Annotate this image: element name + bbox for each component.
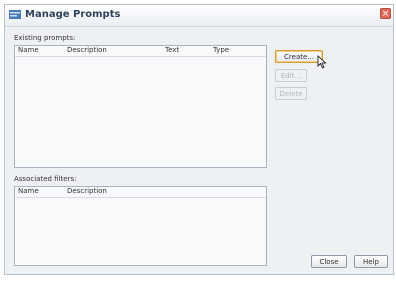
close-button[interactable]: Close [311,255,347,268]
table-header-divider [15,197,266,198]
column-header-text[interactable]: Text [165,46,179,54]
title-bar[interactable]: Manage Prompts × [5,5,393,27]
edit-button[interactable]: Edit... [275,69,307,82]
manage-prompts-dialog: Manage Prompts × Existing prompts: Name … [4,4,394,275]
column-header-type[interactable]: Type [213,46,229,54]
column-header-description[interactable]: Description [67,46,107,54]
table-header-divider [15,56,266,57]
mouse-pointer-icon [317,55,327,69]
delete-button[interactable]: Delete [275,87,307,100]
close-window-button[interactable]: × [380,8,391,19]
dialog-title: Manage Prompts [25,9,121,20]
column-header-name[interactable]: Name [18,187,39,195]
close-icon: × [381,9,390,19]
column-header-description[interactable]: Description [67,187,107,195]
manage-prompts-app-icon [9,10,21,19]
create-button[interactable]: Create... [275,50,323,63]
column-header-name[interactable]: Name [18,46,39,54]
existing-prompts-table[interactable]: Name Description Text Type [14,45,267,168]
associated-filters-table[interactable]: Name Description [14,186,267,266]
help-button[interactable]: Help [354,255,388,268]
associated-filters-label: Associated filters: [14,175,77,183]
existing-prompts-label: Existing prompts: [14,34,76,42]
